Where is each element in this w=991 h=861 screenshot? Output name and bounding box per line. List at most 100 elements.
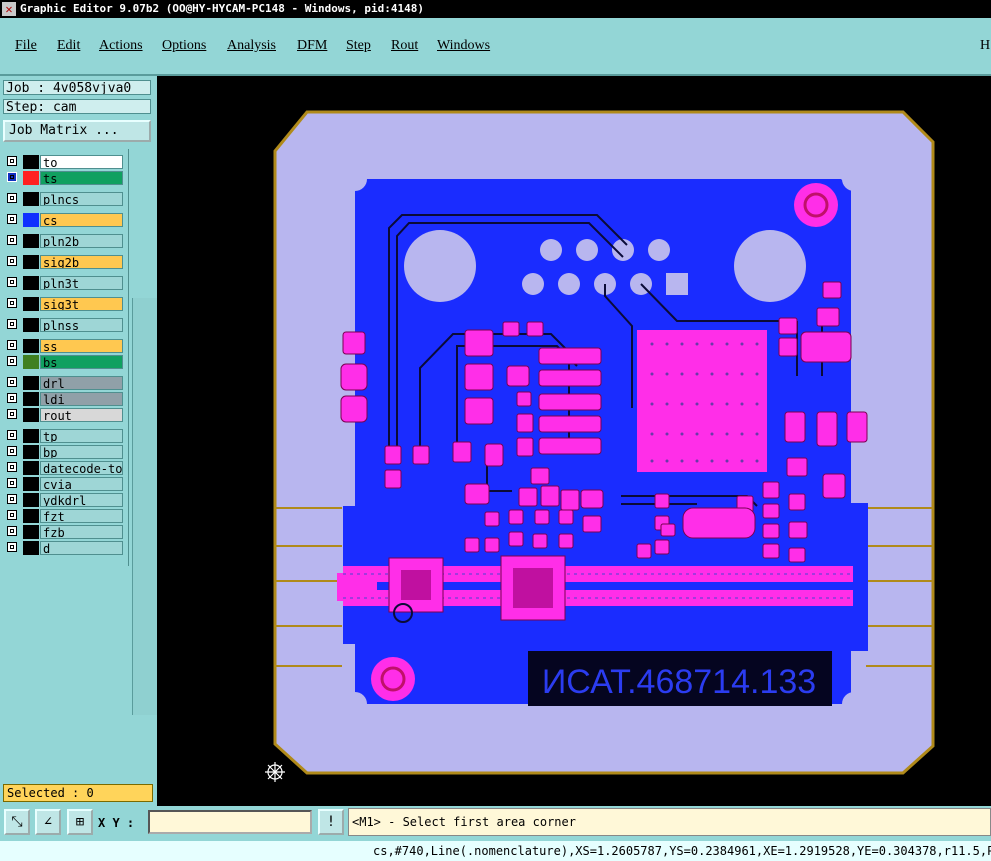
layer-color-swatch[interactable] [23,339,39,353]
layer-color-swatch[interactable] [23,477,39,491]
layer-name[interactable]: fzb [40,525,123,539]
exclamation-button[interactable]: ! [318,809,344,835]
layer-list-scrollbar[interactable] [132,298,157,715]
layer-checkbox[interactable] [7,319,17,329]
menu-analysis[interactable]: Analysis [227,38,276,54]
pcb-view[interactable]: ИСАТ.468714.133 [157,76,991,806]
layer-name[interactable]: tp [40,429,123,443]
layer-name[interactable]: datecode-to [40,461,123,475]
layer-checkbox[interactable] [7,256,17,266]
layer-color-swatch[interactable] [23,297,39,311]
layer-color-swatch[interactable] [23,461,39,475]
job-matrix-button[interactable]: Job Matrix ... [3,120,151,142]
layer-color-swatch[interactable] [23,155,39,169]
layer-checkbox[interactable] [7,356,17,366]
layer-checkbox[interactable] [7,478,17,488]
layer-checkbox[interactable] [7,526,17,536]
layer-row-rout[interactable]: rout [5,408,123,422]
menu-options[interactable]: Options [162,38,206,54]
layer-row-drl[interactable]: drl [5,376,123,390]
layer-checkbox[interactable] [7,462,17,472]
layer-checkbox[interactable] [7,409,17,419]
layer-name[interactable]: bs [40,355,123,369]
layer-row-datecode-to[interactable]: datecode-to [5,461,123,475]
layer-checkbox[interactable] [7,510,17,520]
menu-file[interactable]: File [15,38,37,54]
graphic-canvas[interactable]: ИСАТ.468714.133 [157,76,991,806]
layer-name[interactable]: fzt [40,509,123,523]
layer-name[interactable]: drl [40,376,123,390]
layer-name[interactable]: plnss [40,318,123,332]
menu-actions[interactable]: Actions [99,38,143,54]
layer-checkbox[interactable] [7,277,17,287]
menu-help[interactable]: H [980,38,990,54]
xy-input[interactable] [148,810,312,834]
layer-checkbox[interactable] [7,172,17,182]
layer-name[interactable]: bp [40,445,123,459]
layer-row-bp[interactable]: bp [5,445,123,459]
layer-color-swatch[interactable] [23,171,39,185]
layer-color-swatch[interactable] [23,429,39,443]
layer-row-sig2b[interactable]: sig2b [5,255,123,269]
layer-row-cvia[interactable]: cvia [5,477,123,491]
layer-checkbox[interactable] [7,214,17,224]
layer-row-ydkdrl[interactable]: ydkdrl [5,493,123,507]
layer-color-swatch[interactable] [23,213,39,227]
menu-dfm[interactable]: DFM [297,38,327,54]
layer-row-fzb[interactable]: fzb [5,525,123,539]
layer-checkbox[interactable] [7,393,17,403]
zoom-fit-icon[interactable]: ⤡ [4,809,30,835]
layer-name[interactable]: d [40,541,123,555]
layer-color-swatch[interactable] [23,392,39,406]
layer-color-swatch[interactable] [23,318,39,332]
layer-name[interactable]: ss [40,339,123,353]
layer-name[interactable]: cs [40,213,123,227]
layer-checkbox[interactable] [7,340,17,350]
menu-edit[interactable]: Edit [57,38,80,54]
layer-color-swatch[interactable] [23,376,39,390]
measure-icon[interactable]: ∠ [35,809,61,835]
layer-color-swatch[interactable] [23,276,39,290]
layer-row-ts[interactable]: ts [5,171,123,185]
layer-name[interactable]: sig3t [40,297,123,311]
layer-color-swatch[interactable] [23,509,39,523]
layer-checkbox[interactable] [7,156,17,166]
layer-checkbox[interactable] [7,377,17,387]
layer-name[interactable]: plncs [40,192,123,206]
layer-color-swatch[interactable] [23,192,39,206]
menu-rout[interactable]: Rout [391,38,418,54]
layer-color-swatch[interactable] [23,255,39,269]
layer-checkbox[interactable] [7,494,17,504]
layer-name[interactable]: ldi [40,392,123,406]
grid-icon[interactable]: ⊞ [67,809,93,835]
layer-row-d[interactable]: d [5,541,123,555]
layer-row-pln3t[interactable]: pln3t [5,276,123,290]
layer-row-fzt[interactable]: fzt [5,509,123,523]
menu-windows[interactable]: Windows [437,38,490,54]
layer-row-pln2b[interactable]: pln2b [5,234,123,248]
layer-row-plnss[interactable]: plnss [5,318,123,332]
layer-row-ldi[interactable]: ldi [5,392,123,406]
layer-name[interactable]: ydkdrl [40,493,123,507]
layer-row-to[interactable]: to [5,155,123,169]
layer-row-cs[interactable]: cs [5,213,123,227]
layer-name[interactable]: pln3t [40,276,123,290]
layer-checkbox[interactable] [7,298,17,308]
layer-row-sig3t[interactable]: sig3t [5,297,123,311]
layer-name[interactable]: to [40,155,123,169]
layer-row-ss[interactable]: ss [5,339,123,353]
layer-checkbox[interactable] [7,542,17,552]
layer-checkbox[interactable] [7,235,17,245]
menu-step[interactable]: Step [346,38,371,54]
layer-color-swatch[interactable] [23,493,39,507]
layer-color-swatch[interactable] [23,355,39,369]
layer-name[interactable]: pln2b [40,234,123,248]
layer-name[interactable]: ts [40,171,123,185]
layer-name[interactable]: sig2b [40,255,123,269]
layer-checkbox[interactable] [7,193,17,203]
layer-color-swatch[interactable] [23,408,39,422]
layer-row-bs[interactable]: bs [5,355,123,369]
layer-color-swatch[interactable] [23,445,39,459]
layer-color-swatch[interactable] [23,234,39,248]
layer-name[interactable]: cvia [40,477,123,491]
